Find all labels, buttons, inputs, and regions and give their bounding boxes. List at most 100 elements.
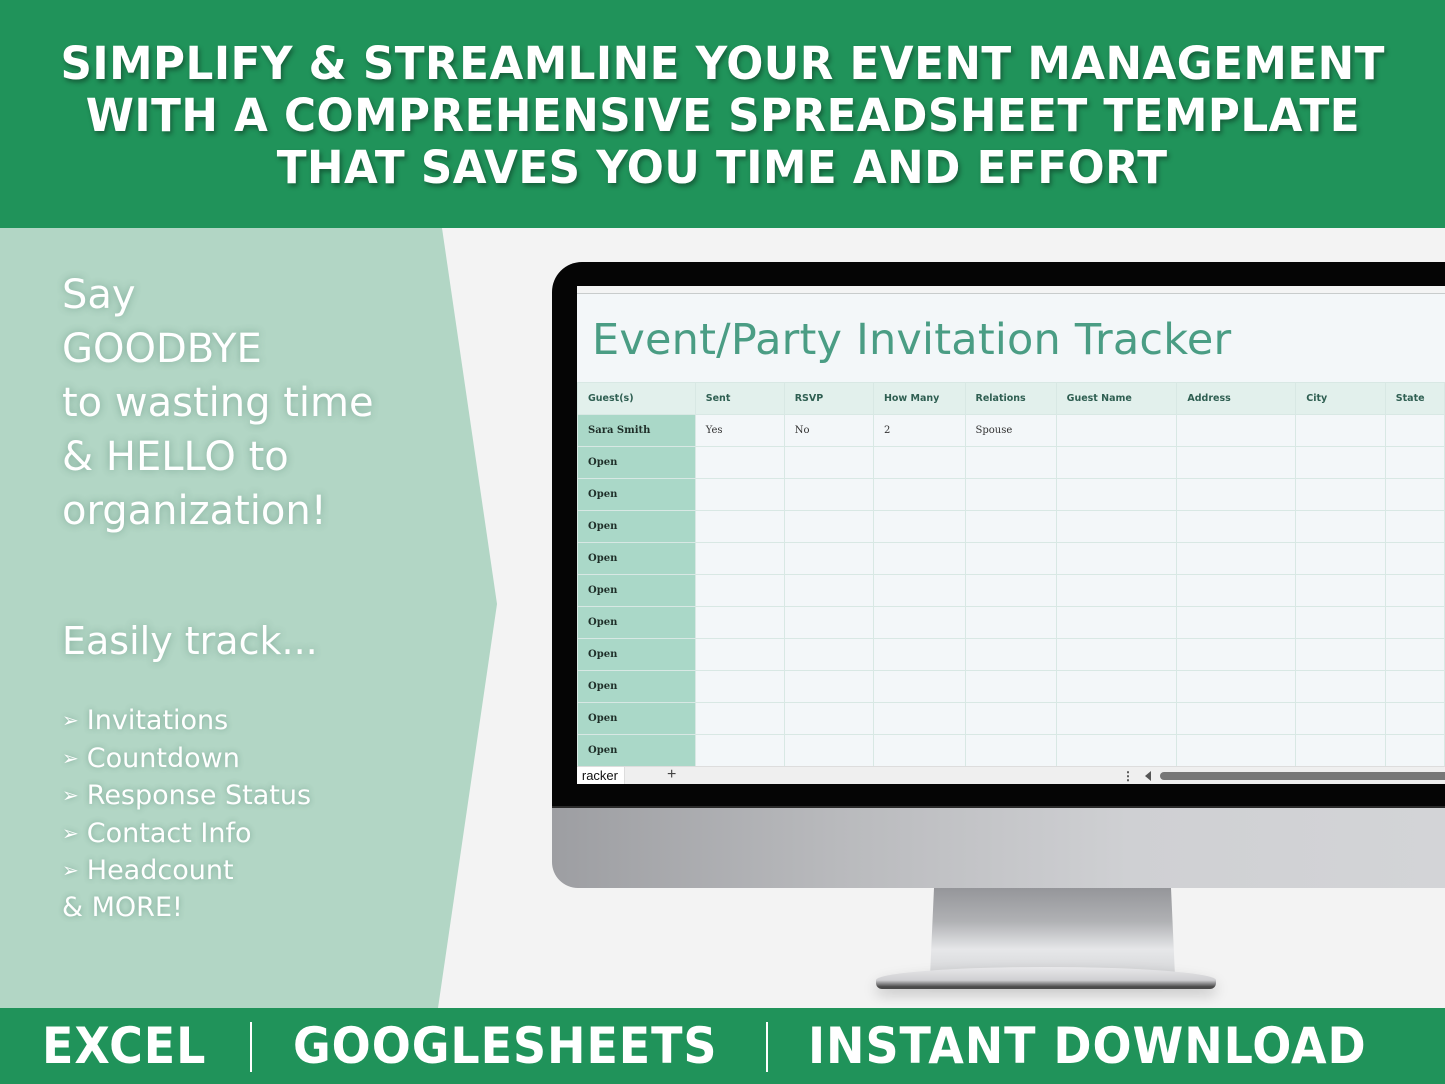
- table-cell[interactable]: [872, 702, 966, 735]
- table-cell[interactable]: [1176, 670, 1297, 703]
- table-cell[interactable]: [694, 670, 785, 703]
- table-cell[interactable]: [1384, 446, 1445, 479]
- table-cell[interactable]: [1295, 414, 1386, 447]
- table-cell[interactable]: [1384, 734, 1445, 767]
- table-cell[interactable]: [694, 574, 785, 607]
- table-cell[interactable]: [1176, 446, 1297, 479]
- column-header[interactable]: RSVP: [783, 382, 874, 415]
- table-cell[interactable]: [1295, 638, 1386, 671]
- table-cell[interactable]: [1176, 606, 1297, 639]
- column-header[interactable]: Address: [1176, 382, 1297, 415]
- table-cell[interactable]: [694, 734, 785, 767]
- table-cell[interactable]: [872, 670, 966, 703]
- table-cell[interactable]: [1055, 446, 1178, 479]
- table-cell[interactable]: [1055, 606, 1178, 639]
- horizontal-scrollbar[interactable]: [1160, 772, 1445, 780]
- table-cell[interactable]: [964, 542, 1057, 575]
- table-cell[interactable]: [1295, 734, 1386, 767]
- table-cell[interactable]: [872, 478, 966, 511]
- table-cell[interactable]: [964, 702, 1057, 735]
- table-cell[interactable]: Yes: [694, 414, 785, 447]
- table-cell[interactable]: [872, 734, 966, 767]
- table-cell[interactable]: [783, 542, 874, 575]
- guest-cell[interactable]: Open: [577, 606, 696, 639]
- guest-cell[interactable]: Open: [577, 574, 696, 607]
- table-cell[interactable]: [1176, 638, 1297, 671]
- table-cell[interactable]: [1384, 606, 1445, 639]
- table-cell[interactable]: [1176, 414, 1297, 447]
- table-cell[interactable]: Spouse: [964, 414, 1057, 447]
- table-cell[interactable]: [694, 638, 785, 671]
- table-cell[interactable]: [694, 478, 785, 511]
- table-cell[interactable]: [783, 670, 874, 703]
- table-cell[interactable]: [1055, 510, 1178, 543]
- table-cell[interactable]: [872, 510, 966, 543]
- table-cell[interactable]: [1055, 478, 1178, 511]
- column-header[interactable]: Guest Name: [1055, 382, 1178, 415]
- table-cell[interactable]: [964, 510, 1057, 543]
- table-cell[interactable]: [872, 606, 966, 639]
- guest-cell[interactable]: Open: [577, 734, 696, 767]
- table-cell[interactable]: [1384, 638, 1445, 671]
- guest-cell[interactable]: Open: [577, 702, 696, 735]
- guest-cell[interactable]: Open: [577, 542, 696, 575]
- column-header[interactable]: Relations: [964, 382, 1057, 415]
- guest-cell[interactable]: Open: [577, 638, 696, 671]
- table-cell[interactable]: [1295, 510, 1386, 543]
- table-cell[interactable]: [783, 734, 874, 767]
- sheet-tab-tracker[interactable]: racker: [577, 767, 625, 784]
- table-cell[interactable]: [872, 574, 966, 607]
- table-cell[interactable]: [1384, 574, 1445, 607]
- column-header[interactable]: City: [1295, 382, 1386, 415]
- table-cell[interactable]: [694, 542, 785, 575]
- table-cell[interactable]: [1055, 702, 1178, 735]
- table-cell[interactable]: [1176, 542, 1297, 575]
- column-header[interactable]: State: [1384, 382, 1445, 415]
- table-cell[interactable]: No: [783, 414, 874, 447]
- table-cell[interactable]: [1176, 510, 1297, 543]
- table-cell[interactable]: [1295, 670, 1386, 703]
- table-cell[interactable]: [1055, 414, 1178, 447]
- more-options-icon[interactable]: ⋮: [1122, 767, 1134, 784]
- table-cell[interactable]: [1384, 510, 1445, 543]
- guest-cell[interactable]: Open: [577, 670, 696, 703]
- table-cell[interactable]: [872, 542, 966, 575]
- column-header[interactable]: How Many: [872, 382, 966, 415]
- table-cell[interactable]: [1295, 702, 1386, 735]
- table-cell[interactable]: [783, 446, 874, 479]
- table-cell[interactable]: [694, 702, 785, 735]
- scroll-left-arrow-icon[interactable]: [1145, 771, 1151, 781]
- guest-cell[interactable]: Open: [577, 478, 696, 511]
- table-cell[interactable]: [783, 478, 874, 511]
- table-cell[interactable]: [1295, 574, 1386, 607]
- table-cell[interactable]: [783, 606, 874, 639]
- table-cell[interactable]: [694, 510, 785, 543]
- table-cell[interactable]: [1295, 446, 1386, 479]
- table-cell[interactable]: [872, 446, 966, 479]
- table-cell[interactable]: [694, 446, 785, 479]
- table-cell[interactable]: [783, 702, 874, 735]
- table-cell[interactable]: [964, 670, 1057, 703]
- table-cell[interactable]: [1055, 734, 1178, 767]
- table-cell[interactable]: 2: [872, 414, 966, 447]
- table-cell[interactable]: [964, 734, 1057, 767]
- table-cell[interactable]: [964, 446, 1057, 479]
- table-cell[interactable]: [964, 638, 1057, 671]
- table-cell[interactable]: [1176, 574, 1297, 607]
- add-sheet-icon[interactable]: +: [667, 766, 676, 784]
- table-cell[interactable]: [1055, 638, 1178, 671]
- table-cell[interactable]: [783, 510, 874, 543]
- guest-cell[interactable]: Open: [577, 510, 696, 543]
- column-header[interactable]: Sent: [694, 382, 785, 415]
- guest-cell[interactable]: Open: [577, 446, 696, 479]
- table-cell[interactable]: [1176, 702, 1297, 735]
- table-cell[interactable]: [964, 574, 1057, 607]
- table-cell[interactable]: [964, 478, 1057, 511]
- table-cell[interactable]: [1176, 734, 1297, 767]
- table-cell[interactable]: [1055, 542, 1178, 575]
- table-cell[interactable]: [1055, 574, 1178, 607]
- table-cell[interactable]: [694, 606, 785, 639]
- table-cell[interactable]: [964, 606, 1057, 639]
- table-cell[interactable]: [1055, 670, 1178, 703]
- table-cell[interactable]: [872, 638, 966, 671]
